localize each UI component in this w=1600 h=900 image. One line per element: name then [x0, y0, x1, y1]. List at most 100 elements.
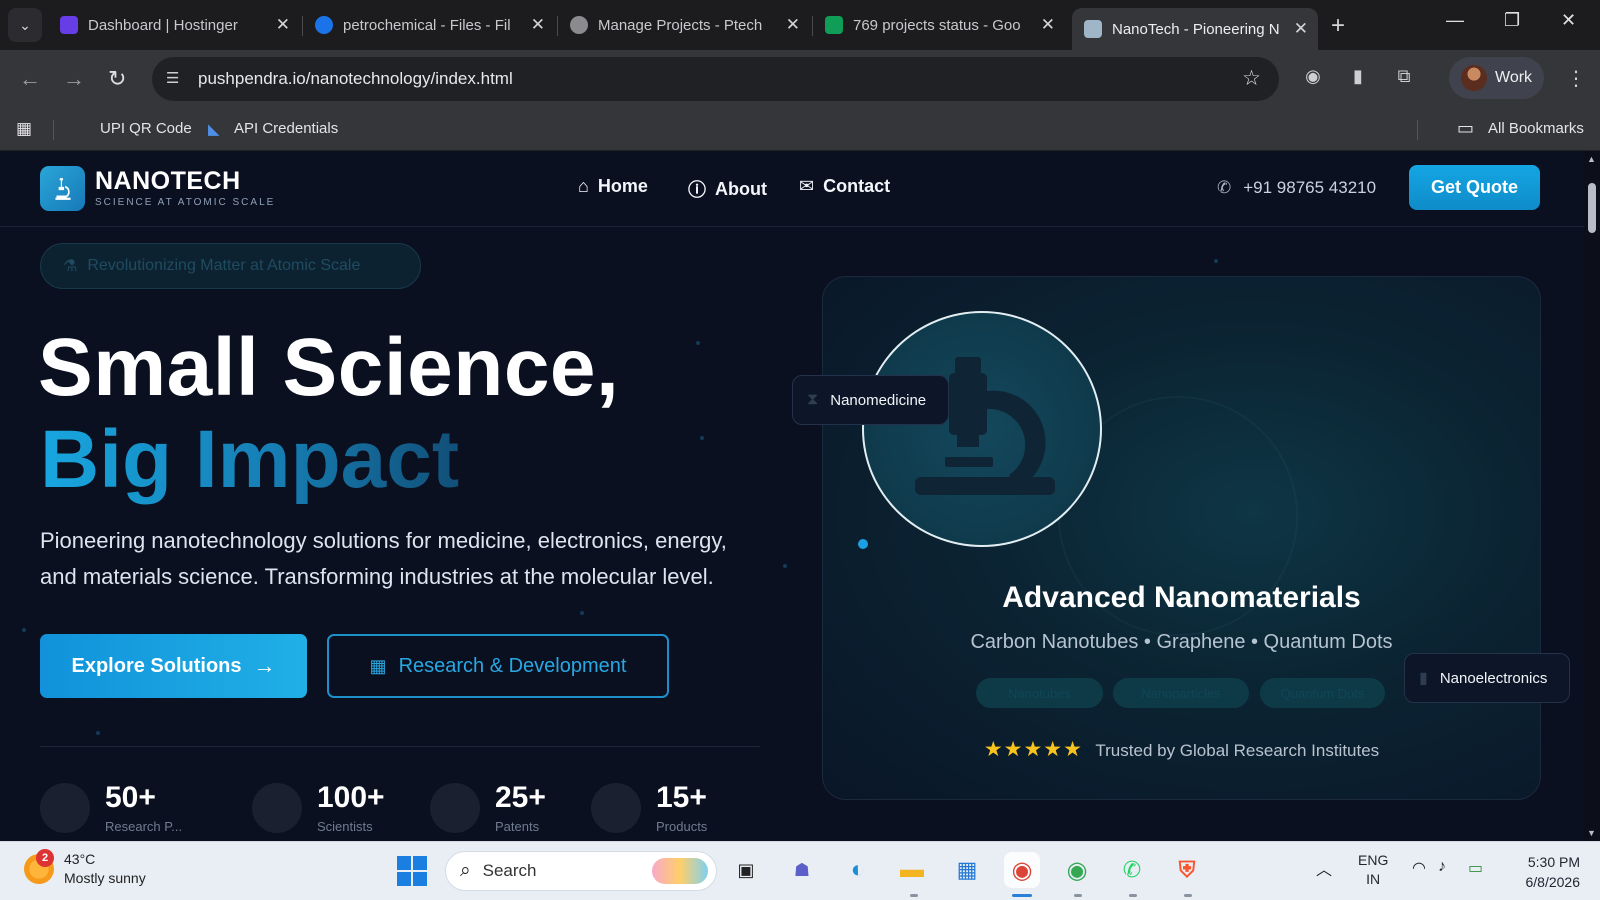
microscope-icon — [54, 177, 71, 200]
get-quote-button[interactable]: Get Quote — [1409, 165, 1540, 210]
tab-nanotech[interactable]: NanoTech - Pioneering N ✕ — [1072, 8, 1318, 50]
nanoelectronics-chip: ▮ Nanoelectronics — [1404, 653, 1570, 703]
all-bookmarks-button[interactable]: All Bookmarks — [1488, 120, 1584, 137]
close-tab-icon[interactable]: ✕ — [1294, 19, 1308, 39]
hero-badge: ⚗ Revolutionizing Matter at Atomic Scale — [40, 243, 421, 289]
chip-label: Nanoelectronics — [1439, 669, 1548, 687]
restore-icon[interactable]: ❐ — [1504, 10, 1520, 31]
back-icon[interactable]: ← — [19, 66, 41, 92]
info-icon: ⓘ — [688, 180, 706, 200]
envelope-icon: ✉ — [799, 176, 815, 196]
start-windows-icon[interactable] — [397, 856, 427, 886]
site-info-icon[interactable]: ☰ — [166, 69, 186, 89]
lang-code: ENG — [1358, 852, 1389, 868]
scroll-down-icon[interactable]: ▼ — [1587, 828, 1596, 838]
stat-label: Research P... — [105, 819, 183, 834]
apps-grid-icon[interactable]: ▦ — [16, 119, 32, 139]
brand-name[interactable]: NANOTECH — [95, 167, 241, 196]
stat-icon — [591, 783, 641, 833]
material-tag: Nanotubes — [976, 678, 1103, 708]
nav-home[interactable]: ⌂ Home — [578, 176, 648, 197]
page-scrollbar[interactable]: ▲ ▼ — [1584, 151, 1600, 841]
phone-contact[interactable]: ✆ +91 98765 43210 — [1217, 178, 1376, 198]
bookmark-upi-qr[interactable]: UPI QR Code — [100, 120, 192, 137]
chevron-up-icon[interactable]: ︿ — [1316, 856, 1332, 880]
clock[interactable]: 5:30 PM 6/8/2026 — [1505, 852, 1581, 892]
research-development-button[interactable]: ▦ Research & Development — [327, 634, 669, 698]
chrome-work-icon[interactable]: ◉ — [1004, 852, 1040, 888]
wifi-icon[interactable]: ◠ — [1412, 858, 1426, 878]
hero-title-line2: Big Impact — [40, 414, 460, 505]
more-menu-icon[interactable]: ⋮ — [1566, 66, 1586, 91]
web-page: NANOTECH SCIENCE AT ATOMIC SCALE ⌂ Home … — [0, 151, 1584, 841]
running-indicator — [910, 894, 918, 897]
bookmark-api-credentials[interactable]: API Credentials — [234, 120, 338, 137]
tab-title: Manage Projects - Ptech — [598, 16, 763, 34]
nav-contact[interactable]: ✉ Contact — [799, 176, 890, 197]
teams-icon[interactable]: ☗ — [784, 852, 820, 888]
extensions-icon[interactable]: ⧉ — [1393, 66, 1415, 88]
language-indicator[interactable]: ENG IN — [1358, 851, 1388, 889]
tab-hostinger[interactable]: Dashboard | Hostinger ✕ — [48, 8, 300, 42]
address-bar[interactable]: ☰ pushpendra.io/nanotechnology/index.htm… — [152, 57, 1279, 101]
forward-icon[interactable]: → — [63, 66, 85, 92]
chip-icon: ▮ — [1419, 670, 1428, 687]
chrome-icon[interactable]: ◉ — [1059, 852, 1095, 888]
particle-dot — [580, 611, 584, 615]
card-subtitle: Carbon Nanotubes • Graphene • Quantum Do… — [970, 631, 1393, 653]
stat-icon — [40, 783, 90, 833]
microscope-logo-icon[interactable] — [40, 166, 85, 211]
tab-files[interactable]: petrochemical - Files - Fil ✕ — [303, 8, 555, 42]
particle-dot — [1214, 259, 1218, 263]
url-text[interactable]: pushpendra.io/nanotechnology/index.html — [198, 69, 513, 89]
button-label: Explore Solutions — [71, 654, 242, 677]
volume-icon[interactable]: ♪ — [1438, 858, 1446, 876]
store-icon[interactable]: ▦ — [949, 852, 985, 888]
stat-label: Patents — [495, 819, 540, 834]
chip-icon: ▦ — [369, 655, 387, 676]
folder-icon: ▭ — [1457, 118, 1475, 138]
profile-button[interactable]: Work — [1449, 57, 1544, 99]
region-code: IN — [1366, 871, 1381, 887]
running-indicator — [1184, 894, 1192, 897]
file-explorer-icon[interactable]: ▬ — [894, 852, 930, 888]
close-window-icon[interactable]: ✕ — [1561, 10, 1576, 31]
close-tab-icon[interactable]: ✕ — [531, 15, 545, 35]
edge-icon[interactable]: ◐ — [840, 852, 876, 888]
scroll-up-icon[interactable]: ▲ — [1587, 154, 1596, 164]
tab-projects-status[interactable]: 769 projects status - Goo ✕ — [813, 8, 1065, 42]
close-tab-icon[interactable]: ✕ — [276, 15, 290, 35]
brand-tagline: SCIENCE AT ATOMIC SCALE — [95, 197, 276, 208]
scroll-thumb[interactable] — [1588, 183, 1596, 233]
running-indicator — [1074, 894, 1082, 897]
hero-badge-text: Revolutionizing Matter at Atomic Scale — [87, 257, 361, 274]
taskbar-search[interactable]: ⌕ Search — [445, 851, 717, 891]
close-tab-icon[interactable]: ✕ — [1041, 15, 1055, 35]
running-indicator — [1129, 894, 1137, 897]
tab-manage-projects[interactable]: Manage Projects - Ptech ✕ — [558, 8, 810, 42]
weather-desc: Mostly sunny — [64, 870, 146, 886]
battery-icon[interactable]: ▭ — [1468, 858, 1483, 878]
new-tab-button[interactable]: + — [1331, 12, 1345, 40]
reading-icon[interactable]: ▮ — [1347, 66, 1369, 88]
whatsapp-icon[interactable]: ✆ — [1114, 852, 1150, 888]
minimize-icon[interactable]: — — [1446, 10, 1464, 31]
material-tag: Quantum Dots — [1260, 678, 1385, 708]
search-highlight-icon — [652, 858, 708, 884]
weather-widget[interactable]: 2 43°C Mostly sunny — [24, 849, 146, 888]
bookmark-star-icon[interactable]: ☆ — [1242, 66, 1261, 91]
clock-date: 6/8/2026 — [1525, 874, 1581, 890]
nav-about[interactable]: ⓘ About — [688, 176, 767, 202]
profile-label: Work — [1495, 69, 1533, 86]
task-view-icon[interactable]: ▣ — [728, 852, 764, 888]
tab-search-button[interactable]: ⌄ — [8, 8, 42, 42]
particle-dot — [22, 628, 26, 632]
brave-icon[interactable]: ⛨ — [1169, 852, 1205, 888]
camera-icon[interactable]: ◉ — [1302, 66, 1324, 88]
explore-solutions-button[interactable]: Explore Solutions → — [40, 634, 307, 698]
reload-icon[interactable]: ↻ — [108, 66, 126, 92]
card-title: Advanced Nanomaterials — [1002, 581, 1361, 614]
stat-value: 25+ — [495, 781, 546, 814]
close-tab-icon[interactable]: ✕ — [786, 15, 800, 35]
nav-label: About — [715, 178, 767, 199]
